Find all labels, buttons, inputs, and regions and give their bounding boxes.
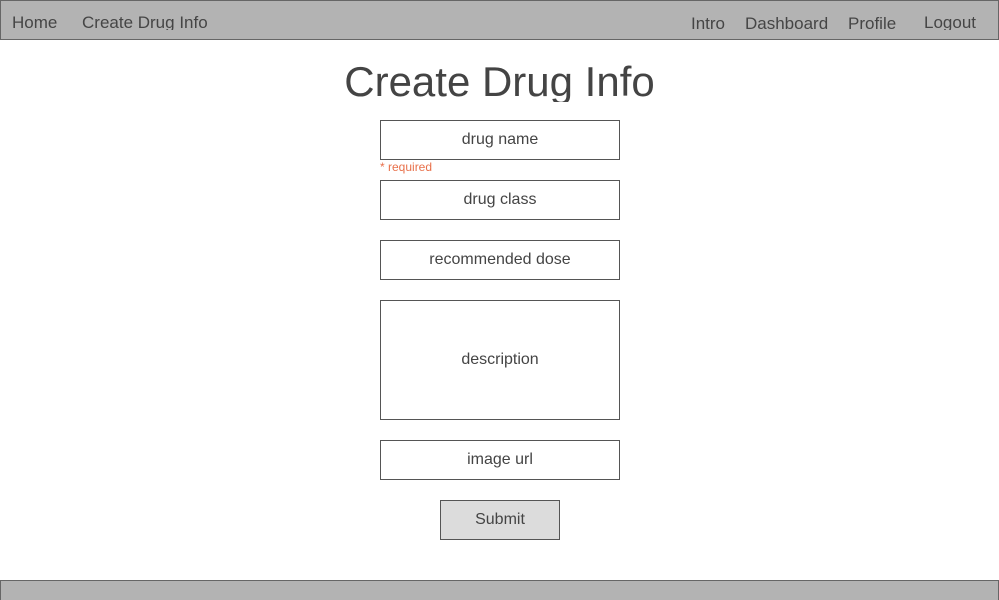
recommended-dose-input[interactable] <box>380 240 620 280</box>
drug-class-input[interactable] <box>380 180 620 220</box>
nav-link-profile[interactable]: Profile <box>848 14 896 31</box>
nav-link-logout[interactable]: Logout <box>924 13 976 30</box>
nav-link-create-drug-info[interactable]: Create Drug Info <box>82 13 208 30</box>
page-title: Create Drug Info <box>344 58 655 102</box>
nav-link-intro[interactable]: Intro <box>691 14 725 31</box>
description-textarea[interactable] <box>380 300 620 420</box>
nav-link-home[interactable]: Home <box>12 13 57 30</box>
submit-button[interactable]: Submit <box>440 500 560 540</box>
required-note: * required <box>380 160 433 174</box>
image-url-input[interactable] <box>380 440 620 480</box>
top-navbar: Home Create Drug Info Intro Dashboard Pr… <box>0 0 999 40</box>
footer-bar <box>0 580 999 600</box>
nav-link-dashboard[interactable]: Dashboard <box>745 14 828 31</box>
drug-name-input[interactable] <box>380 120 620 160</box>
